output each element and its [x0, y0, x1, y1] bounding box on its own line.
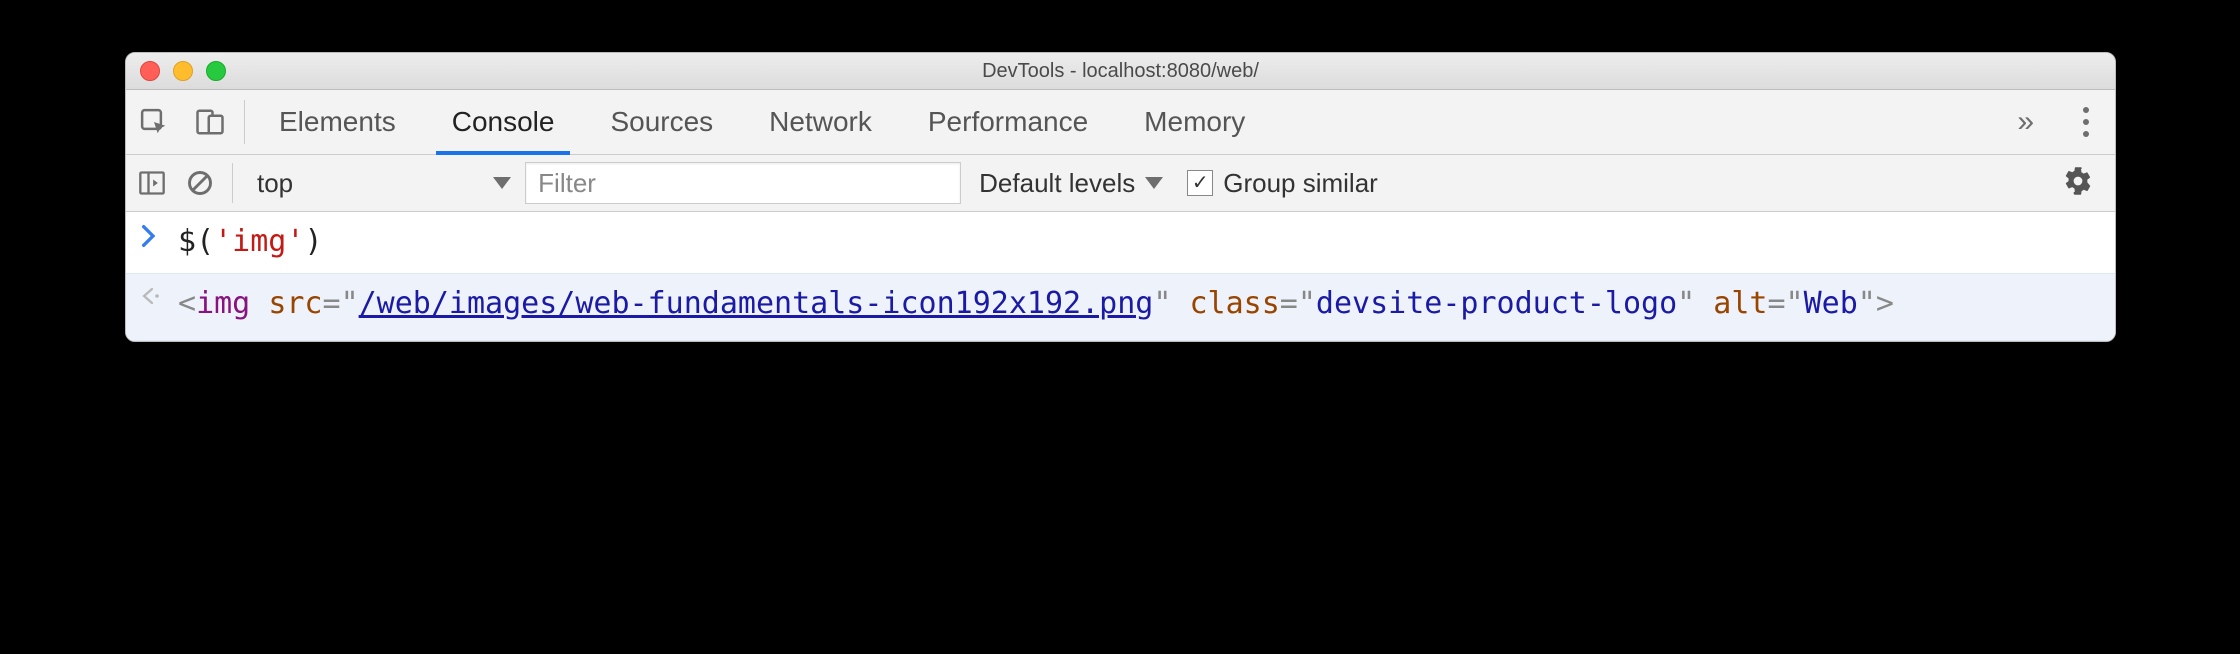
token-eq: = [1280, 286, 1298, 321]
console-output: $('img') <img src="/web/images/web-funda… [126, 212, 2115, 341]
devtools-window: DevTools - localhost:8080/web/ Elements … [125, 52, 2116, 342]
tab-label: Sources [610, 106, 713, 138]
tab-label: Elements [279, 106, 396, 138]
dropdown-icon [493, 177, 511, 189]
token-bracket: < [178, 286, 196, 321]
token-quote: " [1786, 286, 1804, 321]
group-similar-toggle[interactable]: ✓ Group similar [1181, 168, 1378, 199]
console-result-code: <img src="/web/images/web-fundamentals-i… [178, 284, 2101, 325]
tab-sources[interactable]: Sources [582, 90, 741, 154]
result-icon [140, 284, 178, 306]
toggle-sidebar-icon[interactable] [130, 161, 174, 205]
token-attr-value: devsite-product-logo [1316, 286, 1677, 321]
prompt-icon [140, 222, 178, 248]
token-quote: " [1677, 286, 1695, 321]
log-levels-selector[interactable]: Default levels [965, 168, 1177, 199]
token-quote: " [1153, 286, 1171, 321]
token-paren: ) [304, 224, 322, 259]
token-attr-value-link[interactable]: /web/images/web-fundamentals-icon192x192… [359, 286, 1154, 321]
token-attr-name: alt [1713, 286, 1767, 321]
panel-tabs: Elements Console Sources Network Perform… [251, 90, 1273, 154]
context-selector[interactable]: top [243, 168, 521, 199]
tab-memory[interactable]: Memory [1116, 90, 1273, 154]
context-label: top [257, 168, 293, 199]
console-result-row[interactable]: <img src="/web/images/web-fundamentals-i… [126, 273, 2115, 342]
maximize-icon[interactable] [206, 61, 226, 81]
clear-console-icon[interactable] [178, 161, 222, 205]
more-menu-icon[interactable] [2063, 107, 2109, 137]
tab-network[interactable]: Network [741, 90, 900, 154]
token-function: $ [178, 224, 196, 259]
token-tag: img [196, 286, 250, 321]
close-icon[interactable] [140, 61, 160, 81]
token-string: 'img' [214, 224, 304, 259]
tab-elements[interactable]: Elements [251, 90, 424, 154]
token-quote: " [1858, 286, 1876, 321]
window-title: DevTools - localhost:8080/web/ [126, 60, 2115, 83]
token-eq: = [1767, 286, 1785, 321]
token-bracket: > [1876, 286, 1894, 321]
token-attr-name: src [268, 286, 322, 321]
token-quote: " [341, 286, 359, 321]
tab-console[interactable]: Console [424, 90, 583, 154]
panel-tabbar: Elements Console Sources Network Perform… [126, 90, 2115, 155]
separator [232, 163, 233, 203]
console-input-row[interactable]: $('img') [126, 212, 2115, 273]
overflow-tabs-icon[interactable]: » [1999, 105, 2050, 139]
separator [244, 100, 245, 144]
dropdown-icon [1145, 177, 1163, 189]
device-toggle-icon[interactable] [182, 90, 238, 154]
token-quote: " [1298, 286, 1316, 321]
settings-icon[interactable] [2045, 166, 2111, 201]
token-attr-value: Web [1804, 286, 1858, 321]
console-toolbar: top Default levels ✓ Group similar [126, 155, 2115, 212]
tab-label: Console [452, 106, 555, 138]
filter-input[interactable] [525, 162, 961, 204]
levels-label: Default levels [979, 168, 1135, 199]
tab-label: Memory [1144, 106, 1245, 138]
group-similar-label: Group similar [1223, 168, 1378, 199]
checkbox-icon: ✓ [1187, 170, 1213, 196]
token-paren: ( [196, 224, 214, 259]
token-eq: = [323, 286, 341, 321]
tab-performance[interactable]: Performance [900, 90, 1116, 154]
titlebar: DevTools - localhost:8080/web/ [126, 53, 2115, 90]
window-controls [126, 61, 226, 81]
token-attr-name: class [1189, 286, 1279, 321]
tab-label: Network [769, 106, 872, 138]
console-input-code: $('img') [178, 222, 2101, 263]
inspect-element-icon[interactable] [126, 90, 182, 154]
minimize-icon[interactable] [173, 61, 193, 81]
tab-label: Performance [928, 106, 1088, 138]
